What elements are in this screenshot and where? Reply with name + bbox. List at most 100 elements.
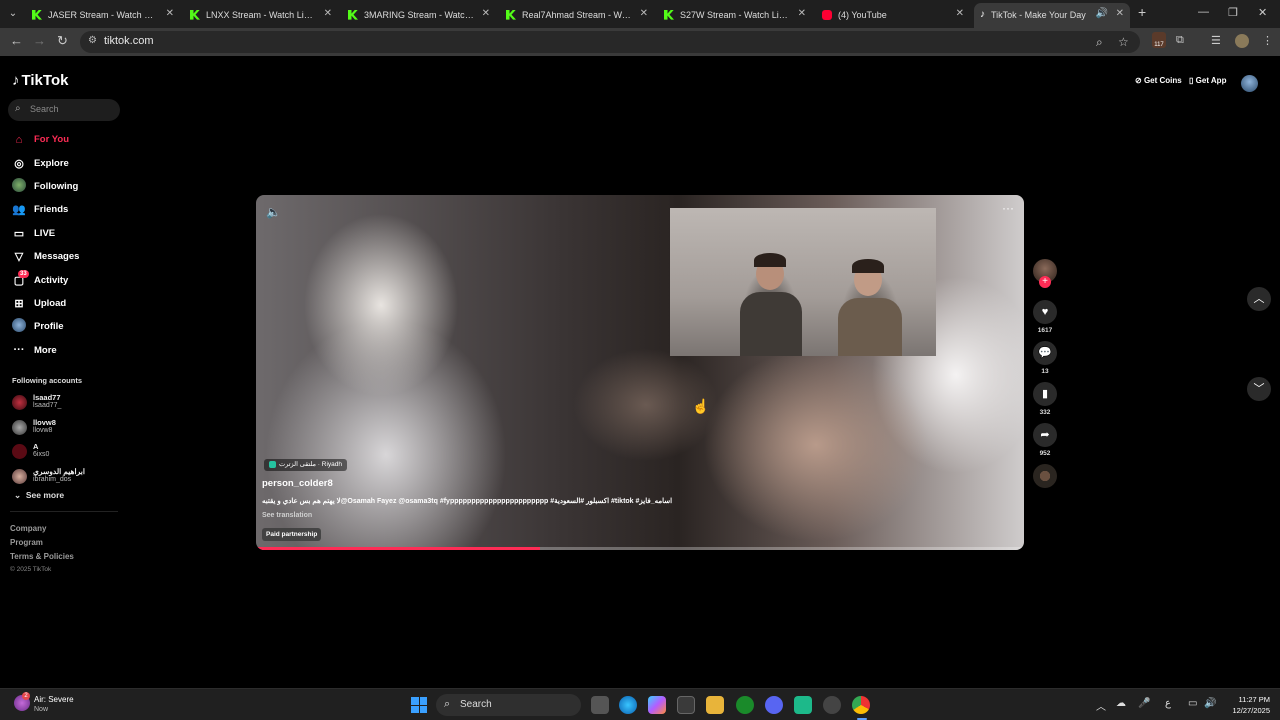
browser-menu-icon[interactable]: ⋮ bbox=[1262, 34, 1273, 47]
save-button[interactable]: ▮ bbox=[1033, 382, 1057, 406]
following-account[interactable]: A 6ixs0 bbox=[12, 441, 120, 466]
sidebar-item-more[interactable]: ··· More bbox=[10, 339, 120, 362]
user-avatar[interactable] bbox=[1241, 75, 1258, 92]
notification-badge: 33 bbox=[18, 270, 29, 279]
like-button[interactable]: ♥ bbox=[1033, 300, 1057, 324]
more-options-icon[interactable]: ··· bbox=[1002, 201, 1014, 215]
network-icon[interactable]: ▭ bbox=[1188, 698, 1197, 709]
tray-overflow-icon[interactable]: ︿ bbox=[1096, 698, 1106, 713]
sidebar-nav: ⌂ For You ◎ Explore Following 👥 Friends ▭ LI… bbox=[10, 128, 120, 362]
url-text[interactable]: tiktok.com bbox=[104, 35, 154, 47]
file-explorer-icon[interactable] bbox=[706, 696, 724, 714]
start-button[interactable] bbox=[411, 697, 427, 713]
forward-icon[interactable]: → bbox=[33, 33, 46, 48]
chevron-up-icon: ︿ bbox=[1253, 293, 1265, 305]
following-account[interactable]: llovw8 llovw8 bbox=[12, 417, 120, 442]
restore-icon[interactable]: ❐ bbox=[1228, 6, 1238, 19]
close-window-icon[interactable]: ✕ bbox=[1258, 6, 1267, 19]
get-coins-button[interactable]: ⊘ Get Coins bbox=[1135, 76, 1182, 85]
chrome-icon[interactable] bbox=[852, 696, 870, 714]
see-translation-link[interactable]: See translation bbox=[262, 512, 312, 519]
system-clock[interactable]: 11:27 PM 12/27/2025 bbox=[1226, 694, 1270, 716]
browser-tab[interactable]: (4) YouTube ✕ bbox=[816, 3, 970, 25]
profile-avatar-icon[interactable] bbox=[1235, 34, 1249, 48]
sidebar-item-for-you[interactable]: ⌂ For You bbox=[10, 128, 120, 151]
video-caption[interactable]: لا يهتم هم بس عادي و يقتبه@Osamah Fayez … bbox=[262, 497, 672, 505]
clock-time: 11:27 PM bbox=[1238, 695, 1270, 704]
follow-plus-icon[interactable]: + bbox=[1039, 276, 1051, 288]
tab-audio-icon[interactable]: 🔊 bbox=[1096, 3, 1108, 25]
minimize-icon[interactable]: — bbox=[1198, 6, 1209, 18]
bookmark-star-icon[interactable]: ☆ bbox=[1118, 35, 1129, 49]
onedrive-icon[interactable]: ☁ bbox=[1116, 698, 1126, 709]
tiktok-logo[interactable]: ♪ TikTok bbox=[12, 72, 68, 89]
get-app-button[interactable]: ▯ Get App bbox=[1189, 76, 1226, 85]
avatar bbox=[12, 468, 27, 484]
copilot-icon[interactable] bbox=[648, 696, 666, 714]
browser-tab[interactable]: LNXX Stream - Watch Live on K✕ bbox=[184, 3, 338, 25]
close-tab-icon[interactable]: ✕ bbox=[482, 3, 490, 25]
microphone-icon[interactable]: 🎤 bbox=[1138, 698, 1150, 709]
steam-icon[interactable] bbox=[823, 696, 841, 714]
browser-tab[interactable]: S27W Stream - Watch Live on K✕ bbox=[658, 3, 812, 25]
tab-search-menu-icon[interactable]: ⌄ bbox=[4, 5, 22, 23]
sidebar-item-activity[interactable]: ▢ 33 Activity bbox=[10, 268, 120, 291]
app-icon[interactable] bbox=[794, 696, 812, 714]
sidebar-item-following[interactable]: Following bbox=[10, 175, 120, 198]
extension-badge-icon[interactable]: 117 bbox=[1152, 32, 1166, 48]
site-info-icon[interactable]: ⚙ bbox=[88, 35, 97, 46]
close-tab-icon[interactable]: ✕ bbox=[324, 3, 332, 25]
back-icon[interactable]: ← bbox=[10, 33, 23, 48]
language-indicator[interactable]: ع bbox=[1165, 698, 1171, 709]
browser-tab[interactable]: Real7Ahmad Stream - Watch Li✕ bbox=[500, 3, 654, 25]
mouse-cursor-icon: ☝ bbox=[692, 398, 710, 414]
footer-link-terms[interactable]: Terms & Policies bbox=[10, 552, 74, 566]
close-tab-icon[interactable]: ✕ bbox=[798, 3, 806, 25]
video-player[interactable]: 🔈 ··· ملتقى الزترت · Riyadh person_colde… bbox=[256, 195, 1024, 550]
speaker-icon[interactable]: 🔊 bbox=[1204, 698, 1216, 709]
video-author[interactable]: person_colder8 bbox=[262, 478, 333, 489]
following-account[interactable]: lsaad77 lsaad77_ bbox=[12, 392, 120, 417]
previous-video-button[interactable]: ︿ bbox=[1247, 287, 1271, 311]
store-icon[interactable] bbox=[677, 696, 695, 714]
close-tab-icon[interactable]: ✕ bbox=[640, 3, 648, 25]
sidebar-item-explore[interactable]: ◎ Explore bbox=[10, 151, 120, 174]
next-video-button[interactable]: ﹀ bbox=[1247, 377, 1271, 401]
footer-link-company[interactable]: Company bbox=[10, 524, 74, 538]
sidebar-item-live[interactable]: ▭ LIVE bbox=[10, 222, 120, 245]
new-tab-button[interactable]: + bbox=[1138, 4, 1146, 20]
music-disc-icon[interactable] bbox=[1033, 464, 1057, 488]
browser-tab[interactable]: JASER Stream - Watch Live on K✕ bbox=[26, 3, 180, 25]
zoom-icon[interactable]: ⌕ bbox=[1096, 35, 1103, 50]
video-progress-bar[interactable] bbox=[256, 547, 1024, 550]
share-button[interactable]: ➦ bbox=[1033, 423, 1057, 447]
edge-icon[interactable] bbox=[619, 696, 637, 714]
comment-button[interactable]: 💬 bbox=[1033, 341, 1057, 365]
taskbar-search[interactable]: ⌕ Search bbox=[436, 694, 581, 716]
sidebar-item-friends[interactable]: 👥 Friends bbox=[10, 198, 120, 221]
following-account[interactable]: ابراهيم الدوسري ibrahim_dos bbox=[12, 466, 120, 491]
footer-link-program[interactable]: Program bbox=[10, 538, 74, 552]
media-controls-icon[interactable]: ☰ bbox=[1211, 34, 1221, 47]
browser-tab-active[interactable]: ♪ TikTok - Make Your Day 🔊 ✕ bbox=[974, 3, 1130, 28]
address-bar[interactable]: ⚙ tiktok.com ⌕ ☆ bbox=[80, 31, 1140, 53]
browser-tab[interactable]: 3MARING Stream - Watch Live✕ bbox=[342, 3, 496, 25]
reload-icon[interactable]: ↻ bbox=[57, 33, 68, 49]
discord-icon[interactable] bbox=[765, 696, 783, 714]
close-tab-icon[interactable]: ✕ bbox=[956, 3, 964, 25]
sidebar-item-messages[interactable]: ▽ Messages bbox=[10, 245, 120, 268]
see-more-button[interactable]: ⌄ See more bbox=[14, 490, 64, 501]
sidebar-item-upload[interactable]: ⊞ Upload bbox=[10, 292, 120, 315]
picture-in-picture-overlay bbox=[670, 208, 936, 356]
close-tab-icon[interactable]: ✕ bbox=[1116, 3, 1124, 25]
extensions-puzzle-icon[interactable]: ⧉ bbox=[1176, 34, 1184, 47]
location-tag[interactable]: ملتقى الزترت · Riyadh bbox=[264, 459, 348, 471]
search-input[interactable]: ⌕ Search bbox=[8, 99, 120, 121]
task-view-icon[interactable] bbox=[591, 696, 609, 714]
weather-title[interactable]: Air: Severe bbox=[34, 695, 74, 704]
volume-icon[interactable]: 🔈 bbox=[266, 205, 281, 219]
sidebar-item-profile[interactable]: Profile bbox=[10, 315, 120, 338]
close-tab-icon[interactable]: ✕ bbox=[166, 3, 174, 25]
bookmark-icon: ▮ bbox=[1041, 388, 1049, 400]
xbox-icon[interactable] bbox=[736, 696, 754, 714]
